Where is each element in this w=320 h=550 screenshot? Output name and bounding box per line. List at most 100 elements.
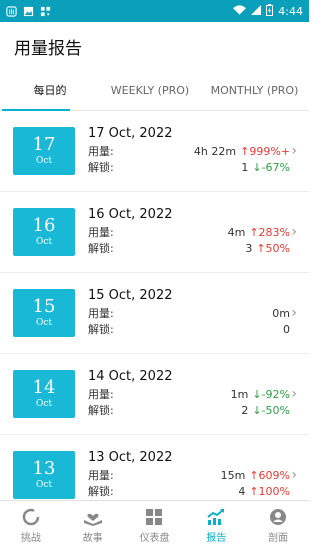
chevron-right-icon: ›: [291, 143, 297, 159]
nav-label: 挑战: [20, 533, 41, 544]
unlock-line: 解锁: 3 ↑50%: [88, 241, 290, 257]
unlock-change-value: -50%: [261, 404, 290, 417]
chevron-right-icon: ›: [291, 467, 297, 483]
image-icon: [23, 6, 34, 17]
usage-line: 用量: 4h 22m ↑999%+: [88, 144, 290, 160]
date-badge: 15 Oct: [13, 289, 75, 337]
date-day: 13: [32, 458, 56, 479]
usage-value: 4h 22m: [193, 145, 237, 158]
usage-change-value: 999%+: [249, 145, 290, 158]
trend-chart-icon: [207, 509, 225, 525]
usage-label: 用量:: [88, 226, 114, 239]
usage-line: 用量: 4m ↑283%: [88, 225, 290, 241]
wifi-icon: [233, 4, 247, 18]
usage-change: ↑609%: [249, 468, 290, 484]
nav-profile[interactable]: 剖面: [247, 501, 309, 550]
unlock-line: 解锁: 2 ↓-50%: [88, 403, 290, 419]
unlock-change-value: 100%: [258, 485, 290, 498]
nav-report[interactable]: 报告: [185, 501, 247, 550]
nav-challenge[interactable]: 挑战: [0, 501, 62, 550]
row-details: 16 Oct, 2022 用量: 4m ↑283% 解锁: 3 ↑50%: [88, 207, 290, 257]
usage-value: 0m: [272, 307, 290, 320]
arrow-down-icon: ↓: [252, 161, 262, 174]
report-row[interactable]: 13 Oct 13 Oct, 2022 用量: 15m ↑609% 解锁: 4 ↑100% ›: [0, 435, 309, 501]
nav-label: 剖面: [268, 533, 289, 544]
unlock-value: 4: [238, 485, 246, 498]
chevron-right-icon: ›: [291, 305, 297, 321]
date-month: Oct: [35, 318, 53, 328]
report-row[interactable]: 15 Oct 15 Oct, 2022 用量: 0m 解锁: 0 ›: [0, 273, 309, 354]
date-day: 16: [32, 215, 56, 236]
usage-change: ↑283%: [249, 225, 290, 241]
unlock-value-group: 4 ↑100%: [238, 484, 290, 500]
date-month: Oct: [35, 480, 53, 490]
unlock-value-group: 1 ↓-67%: [241, 160, 290, 176]
usage-line: 用量: 0m: [88, 306, 290, 322]
arrow-up-icon: ↑: [256, 242, 266, 255]
date-day: 14: [32, 377, 56, 398]
unlock-change: ↑50%: [256, 241, 290, 257]
usage-value-group: 15m ↑609%: [221, 468, 290, 484]
usage-value: 1m: [230, 388, 249, 401]
arrow-down-icon: ↓: [252, 404, 262, 417]
book-heart-icon: [83, 513, 102, 526]
date-month: Oct: [35, 156, 53, 166]
unlock-label: 解锁:: [88, 161, 114, 174]
report-row[interactable]: 14 Oct 14 Oct, 2022 用量: 1m ↓-92% 解锁: 2 ↓-50% ›: [0, 354, 309, 435]
usage-change: ↑999%+: [240, 144, 290, 160]
usage-value-group: 4m ↑283%: [228, 225, 290, 241]
nav-label: 故事: [82, 533, 103, 544]
row-date: 16 Oct, 2022: [88, 207, 173, 222]
date-month: Oct: [35, 399, 53, 409]
nav-stories[interactable]: 故事: [62, 501, 124, 550]
usage-value-group: 0m: [272, 306, 290, 322]
unlock-value: 0: [283, 323, 290, 336]
date-badge: 14 Oct: [13, 370, 75, 418]
unlock-label: 解锁:: [88, 242, 114, 255]
tab-weekly[interactable]: WEEKLY (PRO): [100, 70, 200, 110]
unlock-change-value: 50%: [265, 242, 290, 255]
chevron-right-icon: ›: [291, 224, 297, 240]
signal-icon: [251, 4, 262, 18]
chevron-right-icon: ›: [291, 386, 297, 402]
unlock-value-group: 3 ↑50%: [245, 241, 290, 257]
arrow-up-icon: ↑: [249, 469, 259, 482]
usage-label: 用量:: [88, 145, 114, 158]
tab-daily[interactable]: 每日的: [0, 70, 100, 111]
row-details: 17 Oct, 2022 用量: 4h 22m ↑999%+ 解锁: 1 ↓-67%: [88, 126, 290, 176]
clock: 4:44: [278, 4, 303, 18]
nav-dashboard[interactable]: 仪表盘: [124, 501, 186, 550]
arrow-up-icon: ↑: [240, 145, 250, 158]
date-month: Oct: [35, 237, 53, 247]
usage-label: 用量:: [88, 388, 114, 401]
report-row[interactable]: 17 Oct 17 Oct, 2022 用量: 4h 22m ↑999%+ 解锁: 1 ↓-67…: [0, 111, 309, 192]
usage-value-group: 1m ↓-92%: [231, 387, 290, 403]
ring-icon: [22, 508, 40, 526]
usage-label: 用量:: [88, 469, 114, 482]
usage-line: 用量: 15m ↑609%: [88, 468, 290, 484]
usage-line: 用量: 1m ↓-92%: [88, 387, 290, 403]
report-list: 17 Oct 17 Oct, 2022 用量: 4h 22m ↑999%+ 解锁: 1 ↓-67…: [0, 111, 309, 501]
unlock-line: 解锁: 4 ↑100%: [88, 484, 290, 500]
unlock-label: 解锁:: [88, 485, 114, 498]
unlock-change-value: -67%: [261, 161, 290, 174]
unlock-change: ↓-50%: [252, 403, 290, 419]
arrow-down-icon: ↓: [252, 388, 262, 401]
usage-change-value: -92%: [261, 388, 290, 401]
unlock-change: ↓-67%: [252, 160, 290, 176]
hand-icon: [6, 5, 17, 17]
report-row[interactable]: 16 Oct 16 Oct, 2022 用量: 4m ↑283% 解锁: 3 ↑50% ›: [0, 192, 309, 273]
unlock-line: 解锁: 0: [88, 322, 290, 338]
tab-monthly[interactable]: MONTHLY (PRO): [200, 70, 309, 110]
date-day: 17: [32, 134, 56, 155]
nav-label: 仪表盘: [139, 533, 170, 544]
usage-change-value: 609%: [258, 469, 290, 482]
unlock-line: 解锁: 1 ↓-67%: [88, 160, 290, 176]
unlock-value-group: 0: [283, 322, 290, 338]
date-badge: 16 Oct: [13, 208, 75, 256]
unlock-value: 2: [241, 404, 249, 417]
usage-change: ↓-92%: [252, 387, 290, 403]
page-title: 用量报告: [14, 38, 82, 59]
usage-value: 4m: [227, 226, 246, 239]
unlock-value: 3: [245, 242, 253, 255]
